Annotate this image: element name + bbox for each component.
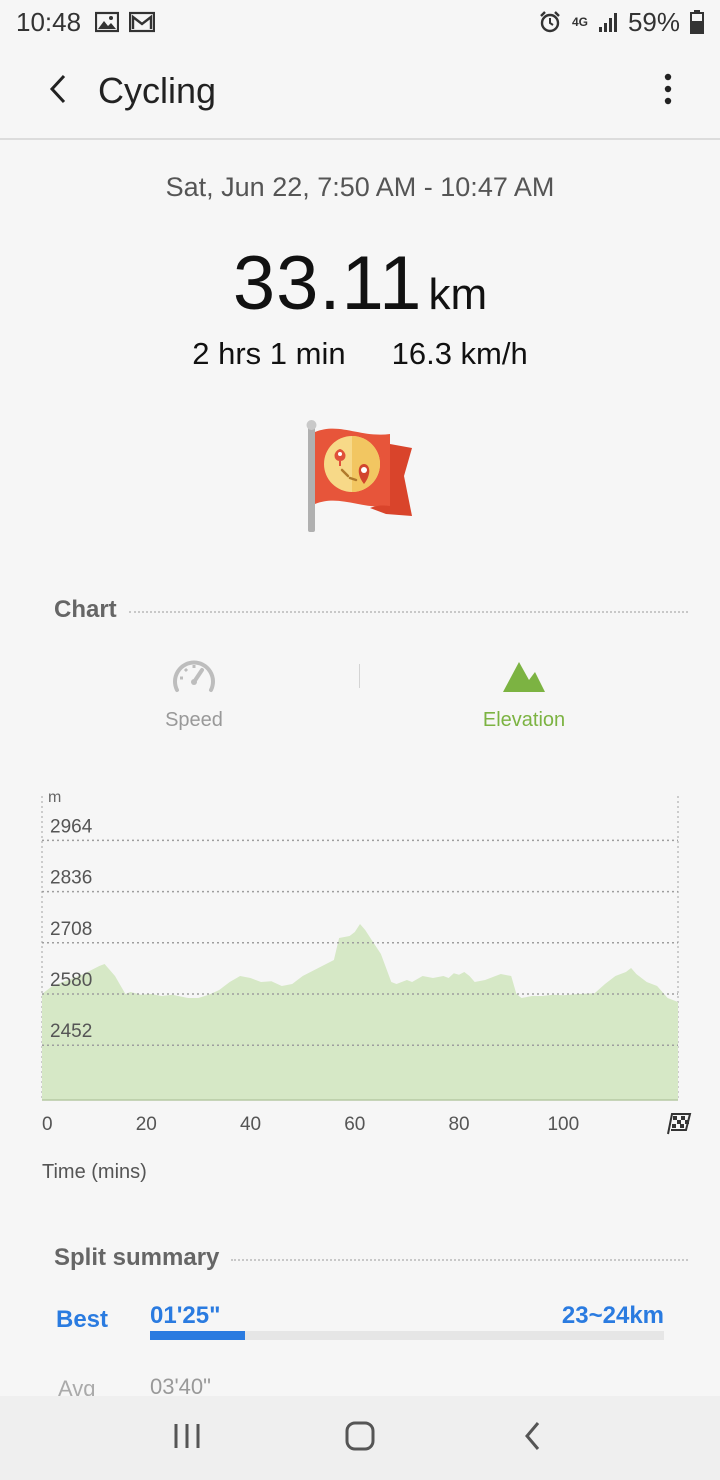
tab-speed[interactable]: Speed: [94, 656, 294, 732]
split-summary-header: Split summary: [54, 1244, 688, 1272]
x-tick-label: 40: [240, 1114, 261, 1135]
section-divider: [128, 611, 688, 613]
checkered-flag-icon: [667, 1113, 692, 1135]
system-nav-bar: [0, 1396, 720, 1480]
status-time: 10:48: [16, 6, 82, 37]
route-flag-icon[interactable]: [300, 418, 420, 538]
back-icon: [522, 1421, 544, 1456]
elevation-chart-svg: 2964 2836 2708 2580 2452 m 0 20 40 60 80 100 Time (m…: [41, 789, 692, 1183]
workout-sub-stats: 2 hrs 1 min 16.3 km/h: [0, 336, 720, 372]
home-icon: [344, 1420, 376, 1457]
gallery-icon: [95, 11, 120, 33]
battery-text: 59%: [627, 6, 680, 37]
page-title: Cycling: [98, 70, 217, 111]
y-tick-label: 2836: [50, 868, 92, 889]
distance-value: 33.11: [232, 241, 423, 326]
workout-duration: 2 hrs 1 min: [192, 336, 346, 371]
app-bar: Cycling: [0, 44, 720, 140]
split-best-bar-fill: [150, 1331, 246, 1340]
elevation-chart: 2964 2836 2708 2580 2452 m 0 20 40 60 80 100 Time (m…: [0, 780, 720, 1200]
workout-avg-speed: 16.3 km/h: [391, 336, 528, 371]
x-axis-title: Time (mins): [42, 1161, 147, 1183]
elevation-area: [42, 924, 678, 1100]
chart-section-title: Chart: [54, 596, 117, 623]
status-bar: 10:48 4G 59%: [0, 0, 720, 44]
more-options-button[interactable]: [648, 61, 688, 121]
tab-elevation[interactable]: Elevation: [424, 656, 624, 732]
signal-icon: [598, 11, 618, 33]
x-tick-label: 20: [136, 1114, 157, 1135]
split-best-label: Best: [56, 1306, 109, 1333]
y-tick-label: 2580: [50, 970, 92, 991]
split-best-bar: [150, 1331, 664, 1340]
x-tick-label: 100: [547, 1114, 579, 1135]
split-best-time: 01'25": [150, 1302, 221, 1329]
more-vertical-icon: [664, 73, 672, 110]
y-tick-label: 2708: [50, 919, 92, 940]
chart-section-header: Chart: [54, 596, 688, 624]
nav-back-button[interactable]: [493, 1408, 573, 1468]
tab-speed-label: Speed: [165, 709, 223, 731]
workout-date-range: Sat, Jun 22, 7:50 AM - 10:47 AM: [165, 172, 555, 202]
recent-apps-icon: [172, 1422, 202, 1455]
y-tick-label: 2964: [50, 816, 93, 837]
split-best-range: 23~24km: [561, 1302, 664, 1329]
workout-distance: 33.11 km: [0, 240, 720, 327]
split-summary-title: Split summary: [54, 1244, 220, 1271]
back-button[interactable]: [28, 61, 88, 121]
back-arrow-icon: [46, 73, 70, 110]
tab-divider: [359, 664, 360, 688]
distance-unit: km: [428, 270, 488, 319]
home-button[interactable]: [320, 1408, 400, 1468]
section-divider: [231, 1259, 688, 1261]
tab-elevation-label: Elevation: [482, 709, 566, 731]
battery-icon: [690, 10, 704, 34]
x-tick-label: 80: [448, 1114, 469, 1135]
network-4g-icon: 4G: [571, 15, 588, 29]
mail-icon: [129, 11, 156, 33]
y-tick-label: 2452: [50, 1021, 92, 1042]
y-axis-unit-label: m: [48, 789, 61, 806]
speedometer-icon: [171, 656, 217, 699]
x-tick-label: 0: [42, 1114, 53, 1135]
x-tick-label: 60: [344, 1114, 365, 1135]
alarm-icon: [538, 10, 562, 34]
recent-apps-button[interactable]: [147, 1408, 227, 1468]
mountain-icon: [501, 656, 547, 699]
